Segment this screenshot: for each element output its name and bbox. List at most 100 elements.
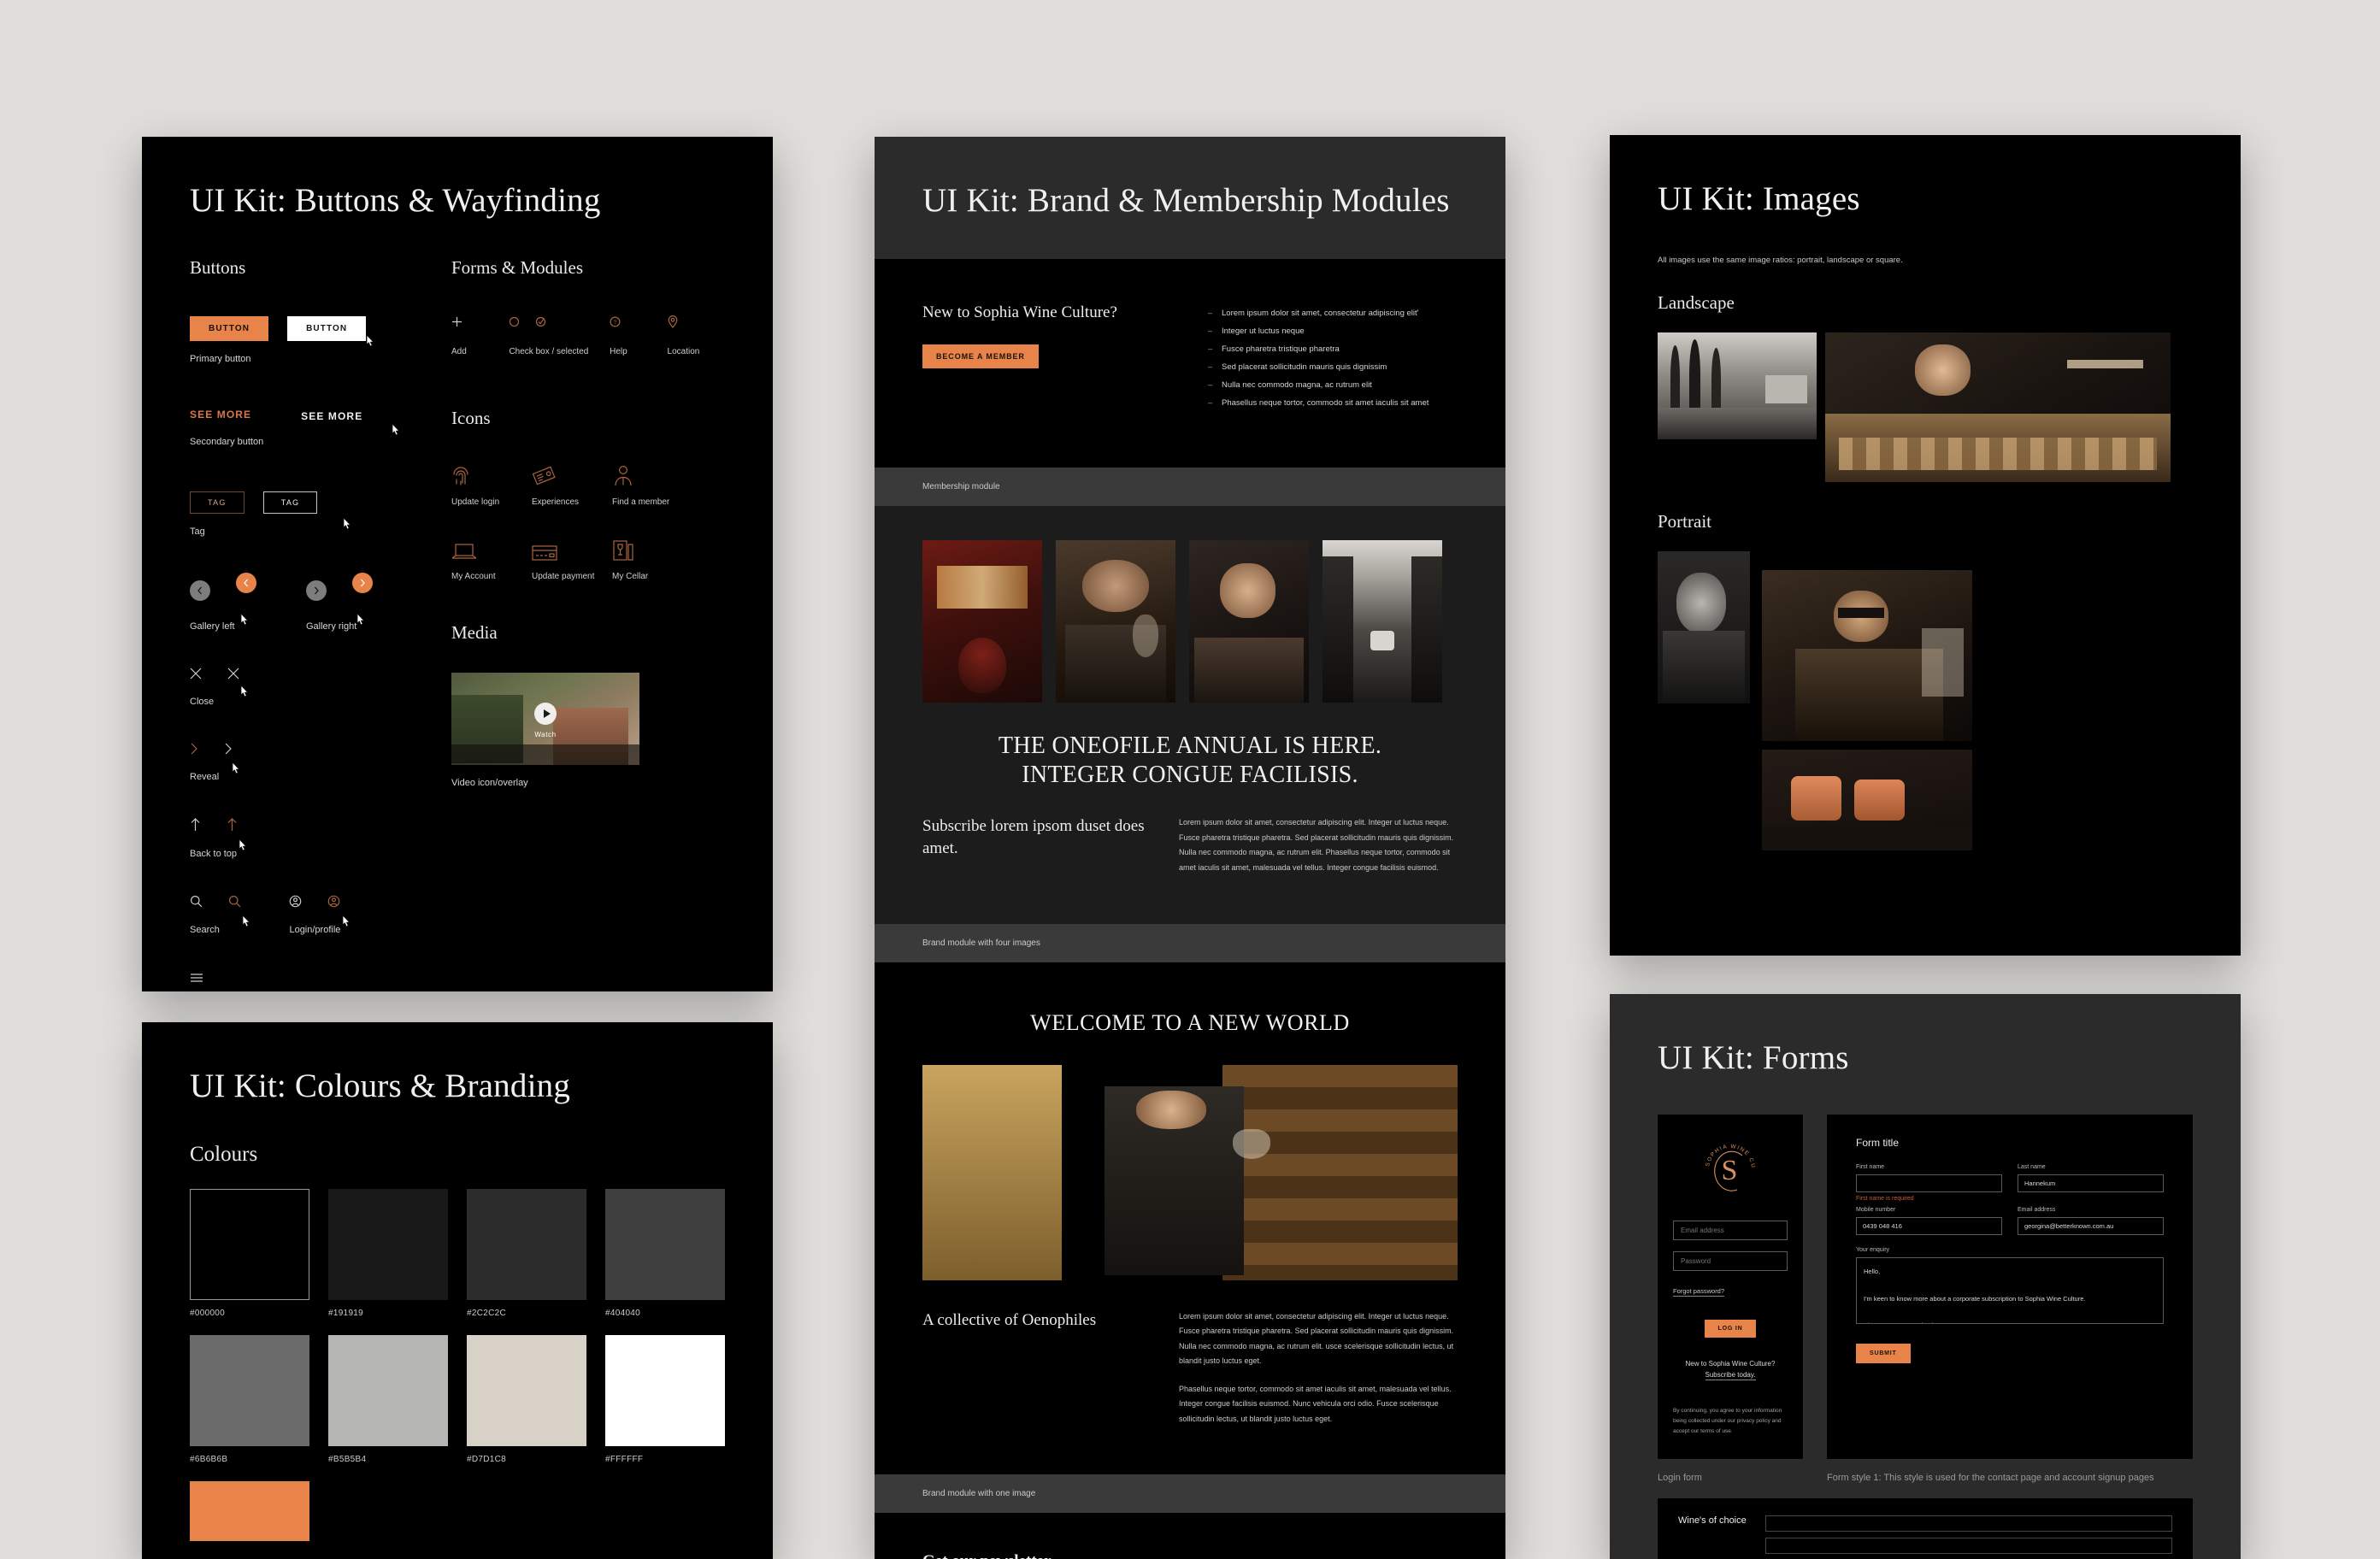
gallery-left-button-hover[interactable] bbox=[236, 573, 256, 593]
enquiry-field: Your enquiry Hello, I'm keen to know mor… bbox=[1856, 1247, 2164, 1328]
icon-experiences[interactable]: Experiences bbox=[532, 458, 612, 507]
login-password-input[interactable] bbox=[1673, 1251, 1788, 1271]
one-image-caption-strip: Brand module with one image bbox=[875, 1474, 1505, 1514]
fingerprint-icon bbox=[453, 467, 468, 485]
board-brand-membership: UI Kit: Brand & Membership Modules New t… bbox=[875, 137, 1505, 1559]
chevron-right-icon[interactable] bbox=[190, 743, 198, 759]
gallery-right-button[interactable] bbox=[306, 580, 327, 601]
search-icon-hover[interactable] bbox=[228, 896, 241, 911]
icon-my-cellar[interactable]: My Cellar bbox=[612, 532, 692, 581]
secondary-button-hover[interactable]: SEE MORE bbox=[301, 410, 362, 422]
icons-grid: Update login Experiences Find a member M… bbox=[451, 458, 725, 607]
board-forms: UI Kit: Forms SOPHIA WINE CULTURE S Fo bbox=[1610, 994, 2241, 1559]
primary-button-hover[interactable]: BUTTON bbox=[287, 316, 367, 341]
watch-label: Watch bbox=[534, 731, 557, 739]
caption: Brand module with one image bbox=[922, 1489, 1036, 1499]
photo-older-man-bw bbox=[1658, 551, 1750, 703]
last-name-input[interactable] bbox=[2018, 1174, 2164, 1192]
page-title: UI Kit: Forms bbox=[1658, 1039, 1849, 1076]
close-icon[interactable] bbox=[190, 668, 202, 684]
mobile-field: Mobile number bbox=[1856, 1207, 2002, 1235]
user-profile-icon-hover[interactable] bbox=[327, 895, 340, 911]
photo-man-tasting bbox=[1056, 540, 1175, 703]
close-caption: Close bbox=[190, 697, 215, 707]
photo-man-sunglasses bbox=[1762, 570, 1972, 741]
board-header: UI Kit: Brand & Membership Modules bbox=[875, 137, 1505, 259]
arrow-up-icon-hover[interactable] bbox=[227, 818, 238, 835]
close-icon-hover[interactable] bbox=[227, 668, 239, 683]
laptop-icon bbox=[451, 544, 477, 559]
reveal-caption: Reveal bbox=[190, 772, 220, 782]
tag-chip-hover[interactable]: TAG bbox=[262, 491, 318, 514]
video-overlay-preview[interactable]: Watch bbox=[451, 673, 639, 765]
search-icon[interactable] bbox=[190, 895, 203, 912]
colour-swatch bbox=[190, 1481, 309, 1541]
photo-winemaker-cellar bbox=[922, 1064, 1458, 1280]
secondary-button[interactable]: SEE MORE bbox=[190, 409, 251, 421]
contact-form-caption: Form style 1: This style is used for the… bbox=[1827, 1473, 2154, 1484]
icon-find-a-member[interactable]: Find a member bbox=[612, 458, 692, 507]
plus-icon bbox=[451, 316, 462, 332]
gallery-left-button[interactable] bbox=[190, 580, 210, 601]
location-pin-icon bbox=[668, 315, 678, 332]
icon-my-account[interactable]: My Account bbox=[451, 532, 532, 581]
form-item-location[interactable]: Location bbox=[668, 313, 725, 356]
sophia-wine-culture-logo-icon: SOPHIA WINE CULTURE S bbox=[1698, 1133, 1755, 1191]
icon-update-payment[interactable]: Update payment bbox=[532, 532, 612, 581]
login-form-caption: Login form bbox=[1658, 1473, 1702, 1484]
wine-option-row[interactable] bbox=[1764, 1538, 2172, 1555]
wine-option-row[interactable] bbox=[1764, 1515, 2172, 1533]
icon-update-login[interactable]: Update login bbox=[451, 458, 532, 507]
form-item-help[interactable]: ? Help bbox=[610, 313, 667, 356]
arrow-up-icon[interactable] bbox=[190, 818, 201, 836]
photo-road-car-bw bbox=[1323, 540, 1442, 703]
login-email-input[interactable] bbox=[1673, 1221, 1788, 1240]
list-item: Fusce pharetra tristique pharetra bbox=[1208, 344, 1458, 354]
annual-line-1: THE ONEOFILE ANNUAL IS HERE. bbox=[998, 732, 1382, 759]
section-heading-buttons: Buttons bbox=[190, 257, 246, 278]
primary-button[interactable]: BUTTON bbox=[190, 316, 269, 341]
first-name-input[interactable] bbox=[1856, 1174, 2002, 1192]
wine-options-list bbox=[1764, 1515, 2172, 1559]
four-image-caption-strip: Brand module with four images bbox=[875, 923, 1505, 962]
submit-button[interactable]: SUBMIT bbox=[1856, 1344, 1911, 1363]
icon-label: My Cellar bbox=[612, 572, 649, 581]
form-item-add[interactable]: Add bbox=[451, 313, 509, 356]
colour-swatch: #B5B5B4 bbox=[328, 1335, 448, 1464]
log-in-button[interactable]: LOG IN bbox=[1704, 1320, 1757, 1338]
become-a-member-button[interactable]: BECOME A MEMBER bbox=[922, 344, 1039, 368]
enquiry-textarea[interactable]: Hello, I'm keen to know more about a cor… bbox=[1856, 1257, 2164, 1324]
board-buttons-wayfinding: UI Kit: Buttons & Wayfinding Buttons BUT… bbox=[142, 137, 773, 991]
board-header: UI Kit: Images bbox=[1610, 135, 2241, 256]
svg-text:S: S bbox=[1722, 1155, 1738, 1186]
email-input[interactable] bbox=[2018, 1217, 2164, 1235]
user-profile-icon[interactable] bbox=[289, 895, 302, 912]
board-header: UI Kit: Buttons & Wayfinding bbox=[142, 137, 773, 257]
field-label: Your enquiry bbox=[1856, 1247, 1890, 1253]
tag-chip[interactable]: TAG bbox=[190, 491, 244, 514]
tag-caption: Tag bbox=[190, 527, 205, 537]
checkbox-empty-icon bbox=[509, 316, 520, 332]
wine-choice-title: Wine's of choice bbox=[1678, 1515, 1747, 1527]
subscribe-today-link[interactable]: Subscribe today. bbox=[1705, 1371, 1756, 1380]
page-title: UI Kit: Brand & Membership Modules bbox=[922, 182, 1450, 219]
media-caption: Video icon/overlay bbox=[451, 778, 528, 788]
checkbox-selected-icon bbox=[535, 316, 546, 332]
secondary-button-row: SEE MORE SEE MORE bbox=[190, 409, 404, 436]
forgot-password-link[interactable]: Forgot password? bbox=[1673, 1287, 1725, 1297]
gallery-right-button-hover[interactable] bbox=[352, 573, 373, 593]
primary-button-row: BUTTON BUTTON bbox=[190, 316, 404, 347]
hamburger-icon[interactable] bbox=[190, 971, 203, 985]
legal-text: By continuing, you agree to your informa… bbox=[1673, 1408, 1782, 1435]
board-colours-branding: UI Kit: Colours & Branding Colours #0000… bbox=[142, 1022, 773, 1559]
list-item: Lorem ipsum dolor sit amet, consectetur … bbox=[1208, 309, 1458, 318]
colour-swatch-grid: #000000 #191919 #2C2C2C #404040 #6B6B6B … bbox=[142, 1189, 773, 1541]
chevron-right-icon-hover[interactable] bbox=[224, 743, 233, 758]
play-icon[interactable] bbox=[534, 702, 557, 725]
list-item: Phasellus neque tortor, commodo sit amet… bbox=[1208, 398, 1458, 408]
colour-swatch: #000000 bbox=[190, 1189, 309, 1318]
contact-form-card: Form title First name First name is requ… bbox=[1827, 1115, 2193, 1460]
annual-line-2: INTEGER CONGUE FACILISIS. bbox=[1022, 762, 1358, 789]
form-item-checkbox[interactable]: Check box / selected bbox=[509, 313, 610, 356]
mobile-input[interactable] bbox=[1856, 1217, 2002, 1235]
